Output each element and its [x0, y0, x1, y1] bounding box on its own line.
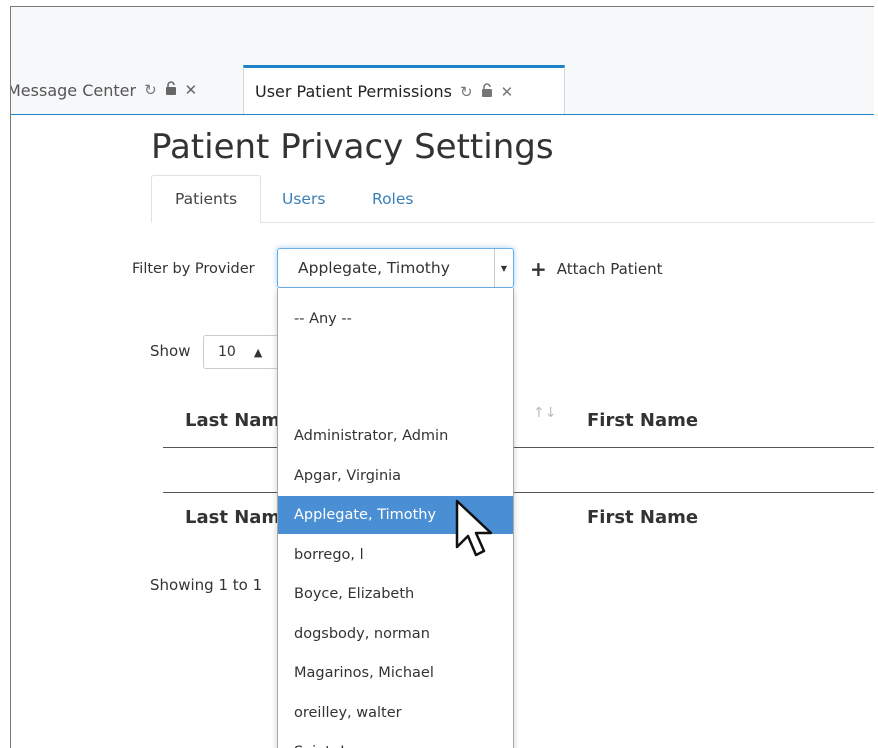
page-size-value: 10 [218, 344, 236, 360]
show-label: Show [150, 342, 191, 360]
close-icon[interactable]: ✕ [185, 81, 198, 99]
page-title: Patient Privacy Settings [151, 127, 554, 167]
window-tab-label: User Patient Permissions [255, 82, 452, 101]
table-header-rule [163, 447, 874, 448]
table-info: Showing 1 to 1 [150, 576, 263, 594]
lock-icon[interactable] [481, 82, 493, 101]
attach-patient-label: Attach Patient [556, 260, 663, 278]
window-tab-user-patient-permissions[interactable]: User Patient Permissions ↻ ✕ [243, 65, 565, 115]
dropdown-option[interactable]: Saint, Lenny [278, 733, 513, 748]
dropdown-arrow-icon[interactable]: ▼ [494, 249, 513, 287]
subtab-bar: Patients Users Roles [151, 175, 874, 223]
filter-provider-label: Filter by Provider [132, 261, 255, 277]
window-tab-message-center[interactable]: Message Center ↻ ✕ [11, 65, 243, 115]
dropdown-option[interactable]: Boyce, Elizabeth [278, 575, 513, 613]
footer-first-name: First Name [587, 507, 699, 528]
dropdown-option[interactable]: oreilley, walter [278, 694, 513, 732]
dropdown-option[interactable]: Apgar, Virginia [278, 457, 513, 495]
dropdown-option[interactable]: Administrator, Admin [278, 417, 513, 455]
plus-icon: + [530, 257, 547, 281]
attach-patient-button[interactable]: + Attach Patient [530, 259, 662, 279]
tab-roles[interactable]: Roles [372, 175, 413, 223]
tab-users[interactable]: Users [282, 175, 325, 223]
table-footer-rule [163, 492, 874, 493]
page-size-select[interactable]: 10 ▲︎ [203, 335, 279, 369]
sort-icon[interactable]: ↑↓ [533, 405, 556, 421]
provider-select-value: Applegate, Timothy [298, 259, 450, 277]
app-frame: Message Center ↻ ✕ User Patient Permissi… [10, 6, 874, 748]
tab-strip-border [11, 114, 874, 115]
lock-icon[interactable] [165, 81, 177, 99]
updown-icon: ▲︎ [253, 345, 263, 359]
dropdown-option[interactable]: dogsbody, norman [278, 615, 513, 653]
refresh-icon[interactable]: ↻ [144, 81, 157, 99]
dropdown-option-blank[interactable] [278, 339, 513, 377]
window-tab-label: Message Center [10, 80, 137, 100]
tab-patients[interactable]: Patients [151, 175, 261, 223]
dropdown-option[interactable]: Magarinos, Michael [278, 654, 513, 692]
refresh-icon[interactable]: ↻ [460, 83, 473, 101]
provider-select[interactable]: Applegate, Timothy ▼ [277, 248, 514, 288]
dropdown-option[interactable]: -- Any -- [278, 300, 513, 338]
mouse-cursor-icon [455, 499, 493, 557]
close-icon[interactable]: ✕ [501, 83, 514, 101]
column-header-first-name[interactable]: First Name [587, 410, 698, 431]
